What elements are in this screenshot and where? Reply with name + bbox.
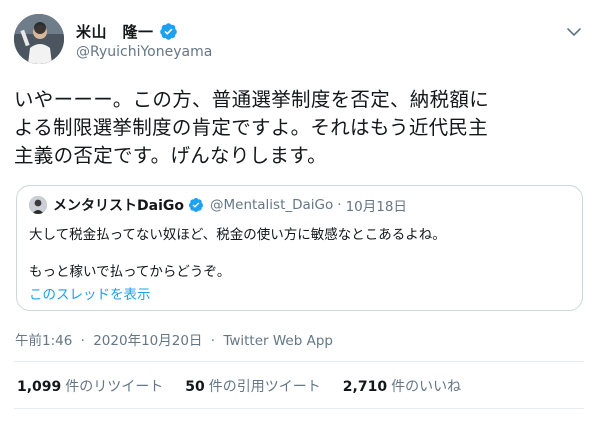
chevron-down-icon[interactable] (566, 24, 582, 40)
retweets-label: 件のリツイート (65, 379, 164, 395)
quoted-tweet[interactable]: メンタリストDaiGo @Mentalist_DaiGo · 10月18日 大し… (16, 185, 583, 311)
tweet-text-line: よる制限選挙制度の肯定ですよ。それはもう近代民主 (14, 116, 489, 139)
quotes-stat[interactable]: 50 件の引用ツイート (185, 376, 320, 396)
likes-stat[interactable]: 2,710 件のいいね (343, 376, 461, 396)
quoted-author-avatar (29, 196, 47, 214)
quoted-tweet-header: メンタリストDaiGo @Mentalist_DaiGo · 10月18日 (29, 195, 407, 215)
quoted-text-line: 大して税金払ってない奴ほど、税金の使い方に敏感なとこあるよね。 (29, 227, 446, 243)
likes-label: 件のいいね (391, 379, 462, 395)
verified-badge-icon (188, 198, 203, 212)
tweet-text-line: 主義の否定です。げんなりします。 (14, 144, 327, 167)
author-avatar[interactable] (14, 14, 64, 64)
likes-count: 2,710 (342, 379, 388, 395)
tweet-text-line: いやーーー。この方、普通選挙制度を否定、納税額に (14, 88, 490, 111)
author-display-name[interactable]: 米山 隆一 (76, 21, 154, 42)
quoted-text-line: もっと稼いで払ってからどうぞ。 (29, 264, 231, 280)
divider (14, 361, 584, 362)
show-thread-link[interactable]: このスレッドを表示 (29, 283, 151, 303)
quotes-label: 件の引用ツイート (208, 379, 321, 395)
meta-separator: · (210, 333, 216, 349)
author-handle[interactable]: @RyuichiYoneyama (76, 44, 212, 60)
tweet-card: 米山 隆一 @RyuichiYoneyama いやーーー。この方、普通選挙制度を… (0, 0, 598, 421)
divider (14, 408, 584, 409)
quotes-count: 50 (185, 379, 205, 395)
quoted-separator: · (337, 197, 342, 213)
tweet-meta: 午前1:46 · 2020年10月20日 · Twitter Web App (15, 329, 337, 349)
tweet-source[interactable]: Twitter Web App (223, 333, 333, 349)
quoted-author-name: メンタリストDaiGo (53, 198, 184, 214)
author-name-row[interactable]: 米山 隆一 (76, 20, 178, 42)
quoted-author-handle: @Mentalist_DaiGo (209, 197, 334, 213)
meta-separator: · (80, 333, 85, 349)
retweets-count: 1,099 (17, 379, 62, 395)
quoted-date: 10月18日 (345, 199, 407, 215)
tweet-time[interactable]: 午前1:46 (15, 333, 72, 349)
verified-badge-icon (159, 22, 177, 40)
tweet-stats: 1,099 件のリツイート 50 件の引用ツイート 2,710 件のいいね (17, 376, 483, 396)
tweet-text: いやーーー。この方、普通選挙制度を否定、納税額に よる制限選挙制度の肯定ですよ。… (14, 86, 589, 170)
tweet-date[interactable]: 2020年10月20日 (93, 333, 202, 349)
retweets-stat[interactable]: 1,099 件のリツイート (17, 376, 163, 396)
